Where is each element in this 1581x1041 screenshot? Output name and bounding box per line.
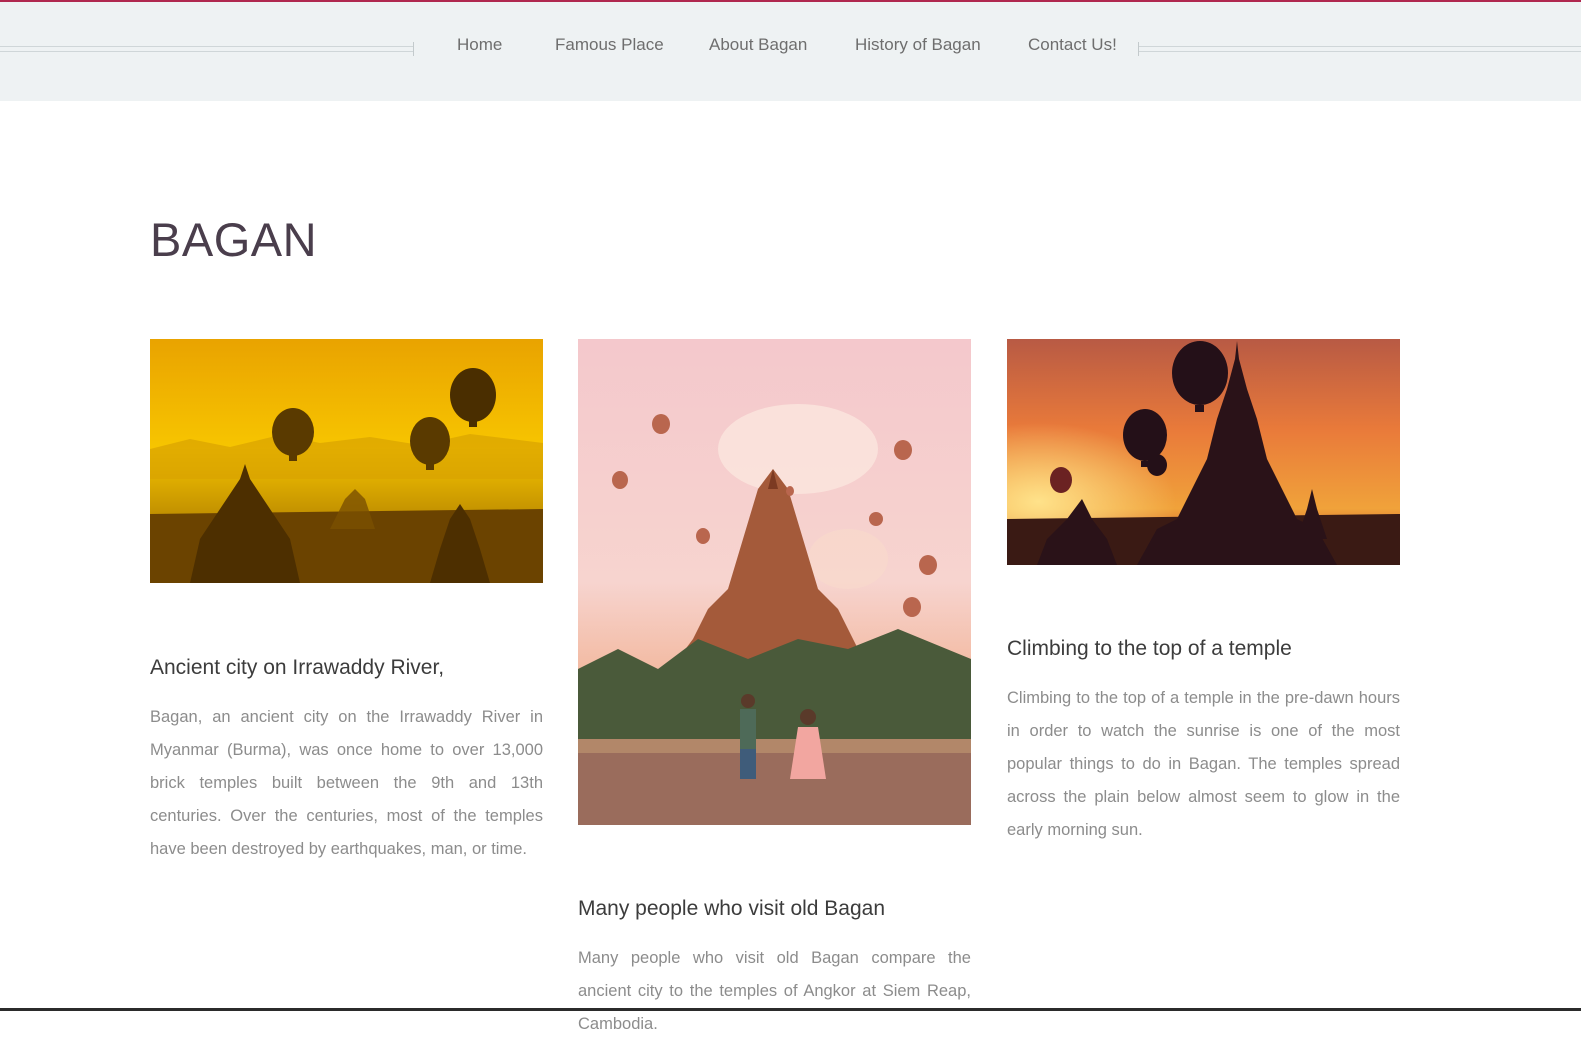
- photo-temple-couple: [578, 339, 971, 825]
- card-1-text: Bagan, an ancient city on the Irrawaddy …: [150, 708, 543, 858]
- main-nav: Home Famous Place About Bagan History of…: [0, 35, 1581, 59]
- nav-contact-us[interactable]: Contact Us!: [1028, 35, 1117, 55]
- card-3-text: Climbing to the top of a temple in the p…: [1007, 689, 1400, 839]
- photo-sunset-temples: [1007, 339, 1400, 565]
- card-2-title: Many people who visit old Bagan: [578, 897, 886, 920]
- page-title: BAGAN: [150, 213, 318, 266]
- photo-golden-balloons: [150, 339, 543, 583]
- nav-famous-place[interactable]: Famous Place: [555, 35, 664, 55]
- card-3-title: Climbing to the top of a temple: [1007, 637, 1292, 660]
- nav-about-bagan[interactable]: About Bagan: [709, 35, 807, 55]
- nav-history-of-bagan[interactable]: History of Bagan: [855, 35, 981, 55]
- card-2-text: Many people who visit old Bagan compare …: [578, 949, 971, 1033]
- card-1-title: Ancient city on Irrawaddy River,: [150, 656, 445, 679]
- site-header: Home Famous Place About Bagan History of…: [0, 2, 1581, 101]
- nav-home[interactable]: Home: [457, 35, 502, 55]
